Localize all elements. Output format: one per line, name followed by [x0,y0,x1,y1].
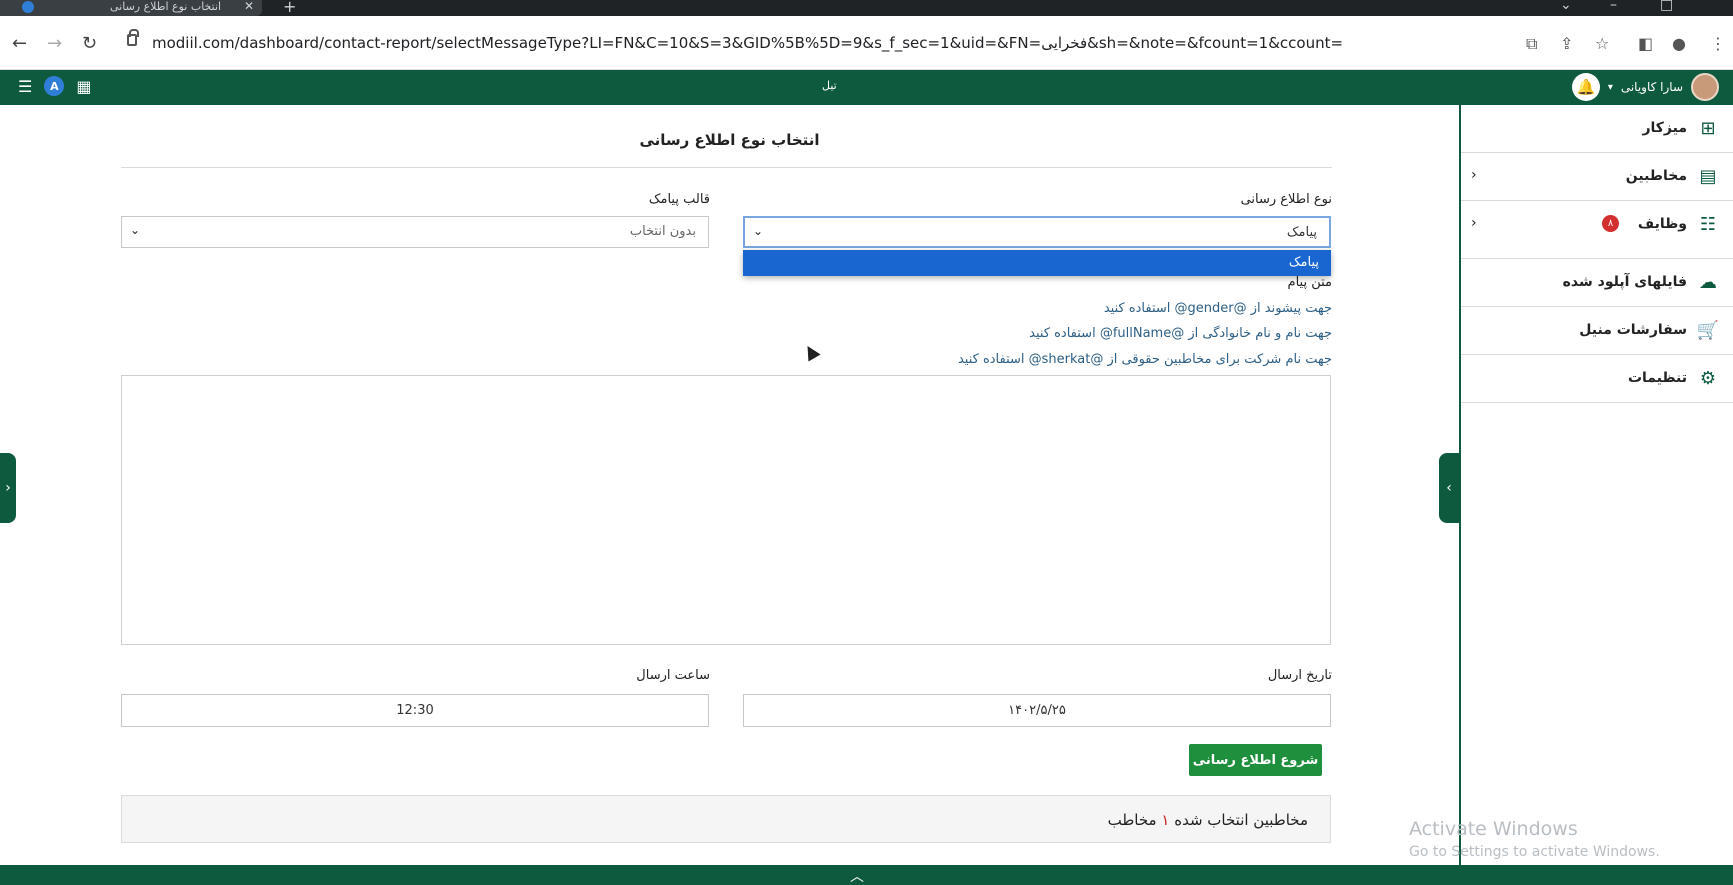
summary-count: ۱ [1161,811,1170,829]
address-bar[interactable]: modiil.com/dashboard/contact-report/sele… [110,24,1510,62]
summary-suffix: مخاطب [1107,811,1157,829]
notify-type-value: پیامک [1286,225,1317,240]
minimize-icon[interactable]: – [1610,0,1617,13]
cart-icon: 🛒 [1696,319,1720,341]
message-textarea[interactable] [121,375,1331,645]
summary-prefix: مخاطبین انتخاب شده [1174,811,1308,829]
chevron-right-icon: › [1471,167,1477,183]
user-name: سارا کاویانی [1620,80,1683,94]
hint-gender: جهت پیشوند از @gender@ استفاده کنید [1103,301,1332,316]
summary-text: مخاطبین انتخاب شده ۱ مخاطب [1108,811,1308,829]
sidebar-item-label: وظایف [1637,216,1687,232]
browser-tabstrip: انتخاب نوع اطلاع رسانی ✕ + ⌄ – □ [0,0,1733,16]
share-icon[interactable]: ⇪ [1560,34,1573,53]
send-date-label: تاریخ ارسال [1267,668,1332,683]
sidebar-toggle[interactable]: ‹ [1439,453,1459,523]
chevron-right-icon: › [1471,215,1477,231]
send-time-value: 12:30 [396,703,434,718]
app-header: ☰ A ▦ تیل 🔔 ▾ سارا کاویانی [0,70,1733,105]
send-time-field[interactable]: 12:30 [121,694,709,727]
avatar[interactable] [1691,73,1719,101]
sidebar: ⊞ میزکار ▤ مخاطبین › ☷ وظایف ۸ › ☁ فایله… [1459,105,1733,865]
left-panel-toggle[interactable]: › [0,453,16,523]
chevron-left-icon: ‹ [1446,480,1452,496]
main-content: انتخاب نوع اطلاع رسانی نوع اطلاع رسانی ق… [0,105,1459,865]
user-menu[interactable]: 🔔 ▾ سارا کاویانی [1571,73,1719,101]
template-select[interactable]: بدون انتخاب ⌄ [121,216,709,248]
sidebar-item-label: فایلهای آپلود شده [1562,274,1687,290]
start-notify-button[interactable]: شروع اطلاع رسانی [1189,744,1322,776]
sidebar-item-label: مخاطبین [1625,168,1687,184]
message-label: متن پیام [1287,275,1332,290]
sidebar-item-contacts[interactable]: ▤ مخاطبین › [1461,153,1733,201]
new-tab-icon[interactable]: + [283,0,296,16]
chevron-down-icon: ⌄ [753,224,764,238]
sidebar-item-label: سفارشات منیل [1579,322,1687,338]
send-date-value: ۱۴۰۲/۵/۲۵ [1008,703,1066,718]
hint-fullname: جهت نام و نام خانوادگی از @fullName@ است… [1029,326,1332,341]
star-icon[interactable]: ☆ [1595,34,1609,53]
app-logo-icon[interactable]: A [44,76,65,96]
notify-type-dropdown: پیامک [743,250,1331,276]
chevron-up-icon[interactable]: ︿ [850,866,864,885]
dropdown-option[interactable]: پیامک [1289,255,1319,270]
template-value: بدون انتخاب [629,224,696,239]
cloud-upload-icon: ☁ [1699,271,1717,293]
sidebar-item-orders[interactable]: 🛒 سفارشات منیل [1461,307,1733,355]
list-icon[interactable]: ☰ [18,77,32,96]
sidebar-item-tasks[interactable]: ☷ وظایف ۸ › [1461,201,1733,259]
page-title: انتخاب نوع اطلاع رسانی [639,131,820,149]
sidebar-item-label: میزکار [1642,120,1687,136]
sidebar-item-settings[interactable]: ⚙ تنظیمات [1461,355,1733,403]
tasks-badge: ۸ [1602,215,1619,232]
selected-contacts-summary: مخاطبین انتخاب شده ۱ مخاطب [121,795,1331,843]
contacts-icon: ▤ [1699,165,1717,187]
gear-icon: ⚙ [1699,367,1717,389]
sidebar-item-uploaded-files[interactable]: ☁ فایلهای آپلود شده [1461,259,1733,307]
url-text: modiil.com/dashboard/contact-report/sele… [152,34,1344,52]
chevron-right-icon: › [5,480,11,496]
watermark-subtitle: Go to Settings to activate Windows. [1409,844,1660,860]
sidepanel-icon[interactable]: ◧ [1638,34,1653,53]
chevron-down-icon: ⌄ [130,223,141,237]
send-time-label: ساعت ارسال [636,668,710,683]
sidebar-item-label: تنظیمات [1627,370,1687,386]
notify-type-label: نوع اطلاع رسانی [1240,192,1332,207]
sidebar-item-dashboard[interactable]: ⊞ میزکار [1461,105,1733,153]
translate-icon[interactable]: ⧉ [1526,34,1537,54]
bell-icon[interactable]: 🔔 [1571,73,1600,101]
lock-icon [127,29,139,46]
browser-tab-title: انتخاب نوع اطلاع رسانی [110,0,222,13]
header-center-text: تیل [822,79,837,92]
hint-sherkat: جهت نام شرکت برای مخاطبین حقوقی از @sher… [957,352,1332,367]
profile-icon[interactable]: ● [1672,34,1686,53]
dashboard-icon: ⊞ [1700,117,1716,139]
browser-tab[interactable]: انتخاب نوع اطلاع رسانی ✕ [0,0,262,16]
watermark-title: Activate Windows [1409,818,1578,840]
chevron-down-icon[interactable]: ⌄ [1560,0,1572,13]
notify-type-select[interactable]: پیامک ⌄ [743,216,1331,248]
caret-down-icon[interactable]: ▾ [1608,82,1613,93]
maximize-icon[interactable]: □ [1660,0,1673,13]
calendar-icon[interactable]: ▦ [76,77,91,96]
activate-windows-watermark: Activate Windows Go to Settings to activ… [1409,818,1660,860]
send-date-field[interactable]: ۱۴۰۲/۵/۲۵ [743,694,1331,727]
site-favicon-icon [22,1,34,13]
title-divider [121,167,1332,168]
forward-icon[interactable]: → [47,33,62,54]
menu-icon[interactable]: ⋮ [1710,34,1726,53]
back-icon[interactable]: ← [12,33,27,54]
template-label: قالب پیامک [648,192,710,207]
browser-toolbar: ← → ↻ modiil.com/dashboard/contact-repor… [0,16,1733,70]
tasks-icon: ☷ [1699,213,1717,235]
reload-icon[interactable]: ↻ [82,33,97,54]
close-tab-icon[interactable]: ✕ [244,0,254,13]
app-footer: ︿ [0,865,1733,885]
